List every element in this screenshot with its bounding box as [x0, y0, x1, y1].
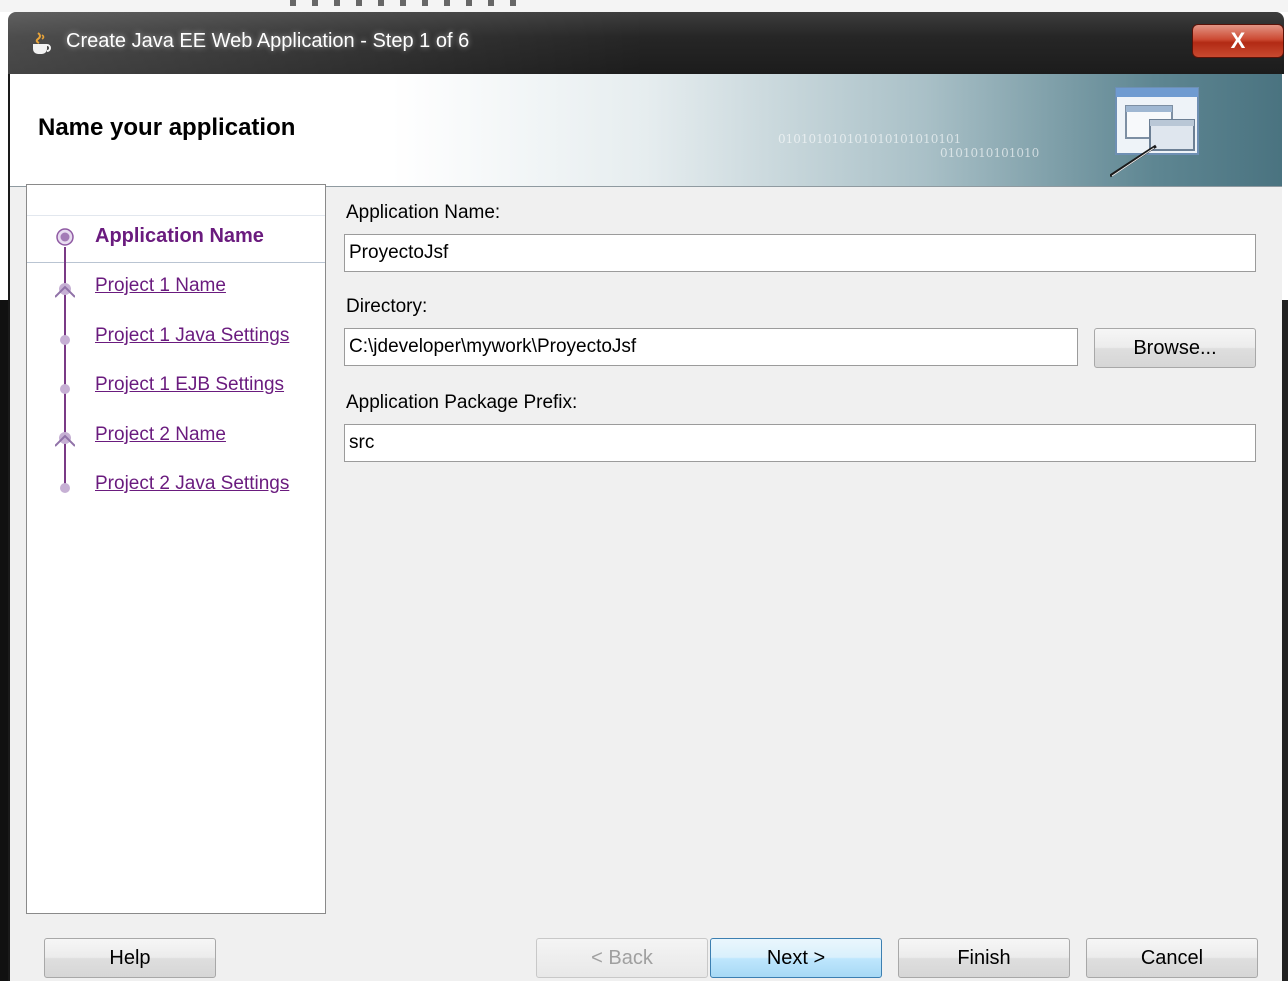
wizard-banner: Name your application 010101010101010101…: [10, 74, 1282, 187]
back-button[interactable]: < Back: [536, 938, 708, 978]
step-project-2-name[interactable]: Project 2 Name: [95, 424, 226, 446]
close-button[interactable]: X: [1192, 24, 1284, 58]
background-window-strip: [0, 0, 1288, 12]
step-project-1-ejb-settings[interactable]: Project 1 EJB Settings: [95, 374, 284, 396]
step-node-icon: [60, 483, 70, 493]
background-window-edge: [0, 300, 8, 981]
binary-decoration-2: 0101010101010: [940, 146, 1040, 160]
finish-button[interactable]: Finish: [898, 938, 1070, 978]
project-step-icon: [55, 283, 75, 298]
step-node-icon: [60, 384, 70, 394]
next-button[interactable]: Next >: [710, 938, 882, 978]
java-cup-icon: [33, 32, 51, 54]
cancel-button[interactable]: Cancel: [1086, 938, 1258, 978]
step-application-name[interactable]: Application Name: [95, 225, 264, 248]
package-prefix-field[interactable]: src: [344, 424, 1256, 462]
background-window-edge-right: [1282, 300, 1288, 981]
application-name-label: Application Name:: [346, 202, 501, 223]
step-project-2-java-settings[interactable]: Project 2 Java Settings: [95, 473, 289, 495]
package-prefix-label: Application Package Prefix:: [346, 392, 578, 413]
browse-button[interactable]: Browse...: [1094, 328, 1256, 368]
current-step-icon: [56, 228, 74, 246]
window-title: Create Java EE Web Application - Step 1 …: [66, 30, 470, 52]
wizard-steps-panel: Application Name Project 1 Name Project …: [26, 184, 326, 914]
project-step-icon: [55, 432, 75, 447]
directory-field[interactable]: C:\jdeveloper\mywork\ProyectoJsf: [344, 328, 1078, 366]
application-name-field[interactable]: ProyectoJsf: [344, 234, 1256, 272]
step-project-1-name[interactable]: Project 1 Name: [95, 275, 226, 297]
step-project-1-java-settings[interactable]: Project 1 Java Settings: [95, 325, 289, 347]
banner-title: Name your application: [38, 114, 296, 141]
wizard-dialog: Name your application 010101010101010101…: [8, 74, 1282, 981]
application-windows-icon: [1110, 87, 1199, 178]
binary-decoration: 010101010101010101010101: [778, 132, 962, 146]
help-button[interactable]: Help: [44, 938, 216, 978]
directory-label: Directory:: [346, 296, 428, 317]
step-node-icon: [60, 335, 70, 345]
title-bar[interactable]: Create Java EE Web Application - Step 1 …: [8, 12, 1284, 74]
